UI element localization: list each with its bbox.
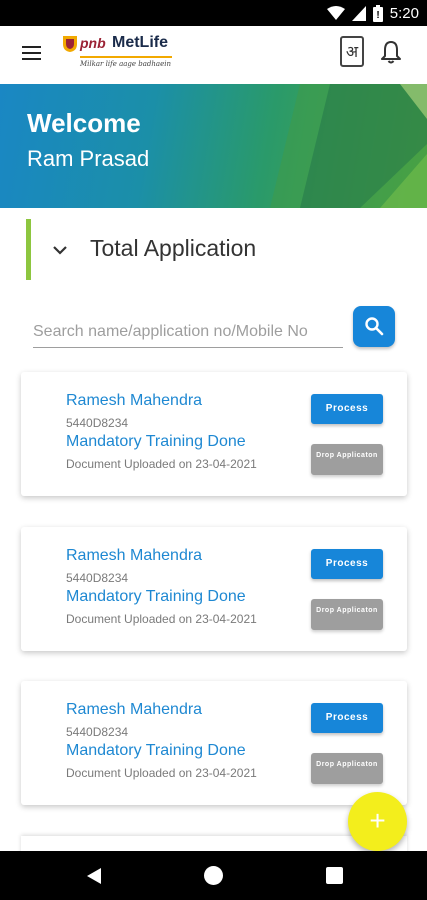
app-bar: pnb MetLife Milkar life aage badhaein अ — [0, 26, 427, 84]
document-upload-date: Document Uploaded on 23-04-2021 — [66, 612, 257, 626]
section-title[interactable]: Total Application — [90, 235, 256, 262]
application-card[interactable]: Ramesh Mahendra 5440D8234 Mandatory Trai… — [21, 527, 407, 651]
logo-pnb-text: pnb — [80, 35, 106, 51]
application-card[interactable]: Ramesh Mahendra 5440D8234 Mandatory Trai… — [21, 681, 407, 805]
application-number: 5440D8234 — [66, 416, 129, 430]
application-status: Mandatory Training Done — [66, 588, 246, 605]
application-status: Mandatory Training Done — [66, 433, 246, 450]
search-input[interactable] — [33, 316, 343, 348]
drop-application-button[interactable]: Drop Applicaton — [311, 599, 383, 630]
menu-icon-line — [22, 58, 41, 60]
chevron-down-icon[interactable] — [50, 240, 70, 260]
logo-metlife-text: MetLife — [112, 34, 168, 51]
drop-application-button[interactable]: Drop Applicaton — [311, 444, 383, 475]
plus-icon: + — [369, 805, 386, 836]
menu-icon-line — [22, 46, 41, 48]
menu-button[interactable] — [22, 42, 52, 68]
status-bar: ! 5:20 — [0, 0, 427, 26]
pnb-metlife-logo: pnb MetLife Milkar life aage badhaein — [62, 34, 182, 76]
status-time: 5:20 — [389, 4, 419, 22]
drop-application-button[interactable]: Drop Applicaton — [311, 753, 383, 784]
cell-signal-icon — [351, 5, 366, 21]
applicant-name[interactable]: Ramesh Mahendra — [66, 547, 202, 565]
section-accent-bar — [26, 219, 31, 280]
recent-apps-icon[interactable] — [326, 867, 343, 884]
process-button[interactable]: Process — [311, 394, 383, 424]
application-status: Mandatory Training Done — [66, 742, 246, 759]
applicant-name[interactable]: Ramesh Mahendra — [66, 701, 202, 719]
search-button[interactable] — [353, 306, 395, 347]
menu-icon-line — [22, 52, 41, 54]
svg-text:!: ! — [376, 10, 379, 21]
battery-icon: ! — [372, 4, 383, 22]
process-button[interactable]: Process — [311, 703, 383, 733]
back-icon[interactable] — [86, 867, 102, 885]
wifi-icon — [326, 5, 345, 20]
application-card[interactable]: Ramesh Mahendra 5440D8234 Mandatory Trai… — [21, 372, 407, 496]
process-button[interactable]: Process — [311, 549, 383, 579]
application-number: 5440D8234 — [66, 571, 129, 585]
home-icon[interactable] — [204, 866, 223, 885]
document-upload-date: Document Uploaded on 23-04-2021 — [66, 457, 257, 471]
notifications-button[interactable] — [378, 39, 404, 67]
language-toggle-button[interactable]: अ — [340, 36, 364, 67]
system-nav-bar — [0, 851, 427, 900]
bell-icon — [381, 41, 401, 64]
application-number: 5440D8234 — [66, 725, 129, 739]
document-upload-date: Document Uploaded on 23-04-2021 — [66, 766, 257, 780]
search-icon — [365, 317, 384, 336]
status-icons: ! 5:20 — [326, 3, 419, 23]
welcome-banner: Welcome Ram Prasad — [0, 84, 427, 208]
welcome-heading: Welcome — [27, 108, 141, 138]
logo-tagline: Milkar life aage badhaein — [80, 60, 171, 68]
logo-underline — [80, 56, 172, 58]
applicant-name[interactable]: Ramesh Mahendra — [66, 392, 202, 410]
logo-emblem-icon — [63, 36, 77, 52]
user-name: Ram Prasad — [27, 146, 150, 171]
add-fab-button[interactable]: + — [348, 792, 407, 851]
